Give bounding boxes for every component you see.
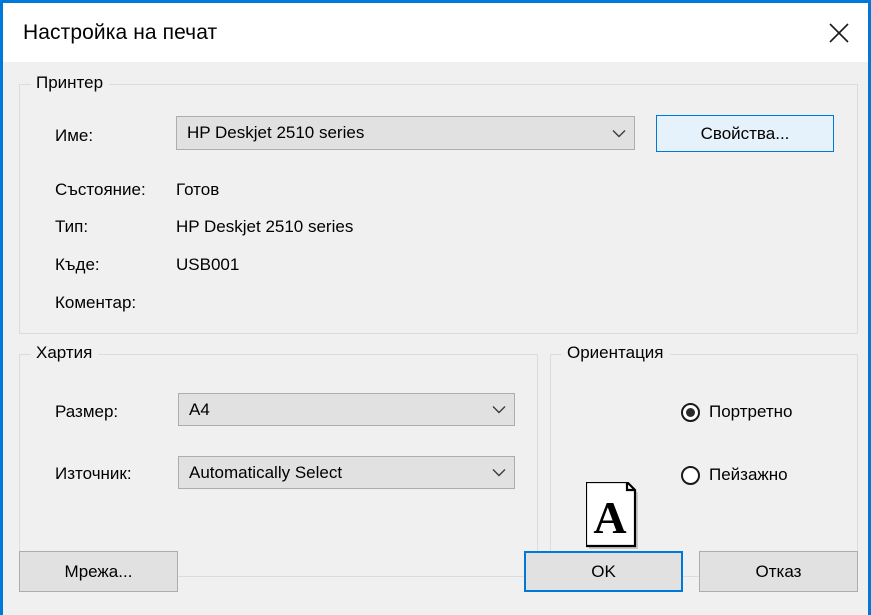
printer-name-combobox[interactable]: HP Deskjet 2510 series xyxy=(176,116,635,150)
printer-status-label: Състояние: xyxy=(55,180,146,199)
title-bar: Настройка на печат xyxy=(3,3,868,62)
paper-size-combobox[interactable]: A4 xyxy=(178,393,515,426)
printer-type-label: Тип: xyxy=(55,217,89,236)
close-button[interactable] xyxy=(810,4,868,62)
paper-size-value: A4 xyxy=(189,399,210,419)
chevron-down-icon xyxy=(484,468,514,477)
paper-size-label: Размер: xyxy=(55,402,119,421)
printer-group-legend: Принтер xyxy=(31,73,110,93)
orientation-portrait-label: Портретно xyxy=(709,402,793,421)
printer-comment-label: Коментар: xyxy=(55,293,137,312)
print-setup-dialog: Настройка на печат Принтер Име: HP Deskj… xyxy=(0,0,871,615)
cancel-button[interactable]: Отказ xyxy=(699,551,858,592)
orientation-option-portrait[interactable]: Портретно xyxy=(681,402,793,422)
printer-name-value: HP Deskjet 2510 series xyxy=(187,123,365,142)
printer-type-value: HP Deskjet 2510 series xyxy=(176,217,354,236)
orientation-landscape-label: Пейзажно xyxy=(709,465,788,484)
orientation-option-landscape[interactable]: Пейзажно xyxy=(681,465,788,485)
printer-name-label: Име: xyxy=(55,126,94,145)
printer-where-label: Къде: xyxy=(55,255,100,274)
paper-source-value: Automatically Select xyxy=(189,462,343,482)
radio-icon-landscape xyxy=(681,465,700,485)
network-button[interactable]: Мрежа... xyxy=(19,551,178,592)
paper-source-combobox[interactable]: Automatically Select xyxy=(178,456,515,489)
chevron-down-icon xyxy=(484,405,514,414)
svg-text:A: A xyxy=(593,492,626,543)
paper-group-legend: Хартия xyxy=(31,343,99,363)
ok-button[interactable]: OK xyxy=(524,551,683,592)
window-title: Настройка на печат xyxy=(23,20,218,44)
chevron-down-icon xyxy=(604,129,634,138)
dialog-body: Принтер Име: HP Deskjet 2510 series Свой… xyxy=(3,62,868,615)
page-portrait-icon: A xyxy=(584,480,641,552)
close-icon xyxy=(828,22,850,44)
radio-icon-portrait xyxy=(681,402,700,422)
orientation-group-legend: Ориентация xyxy=(562,343,670,363)
paper-source-label: Източник: xyxy=(55,464,132,483)
printer-where-value: USB001 xyxy=(176,255,240,274)
properties-button[interactable]: Свойства... xyxy=(656,115,834,152)
printer-status-value: Готов xyxy=(176,180,220,199)
